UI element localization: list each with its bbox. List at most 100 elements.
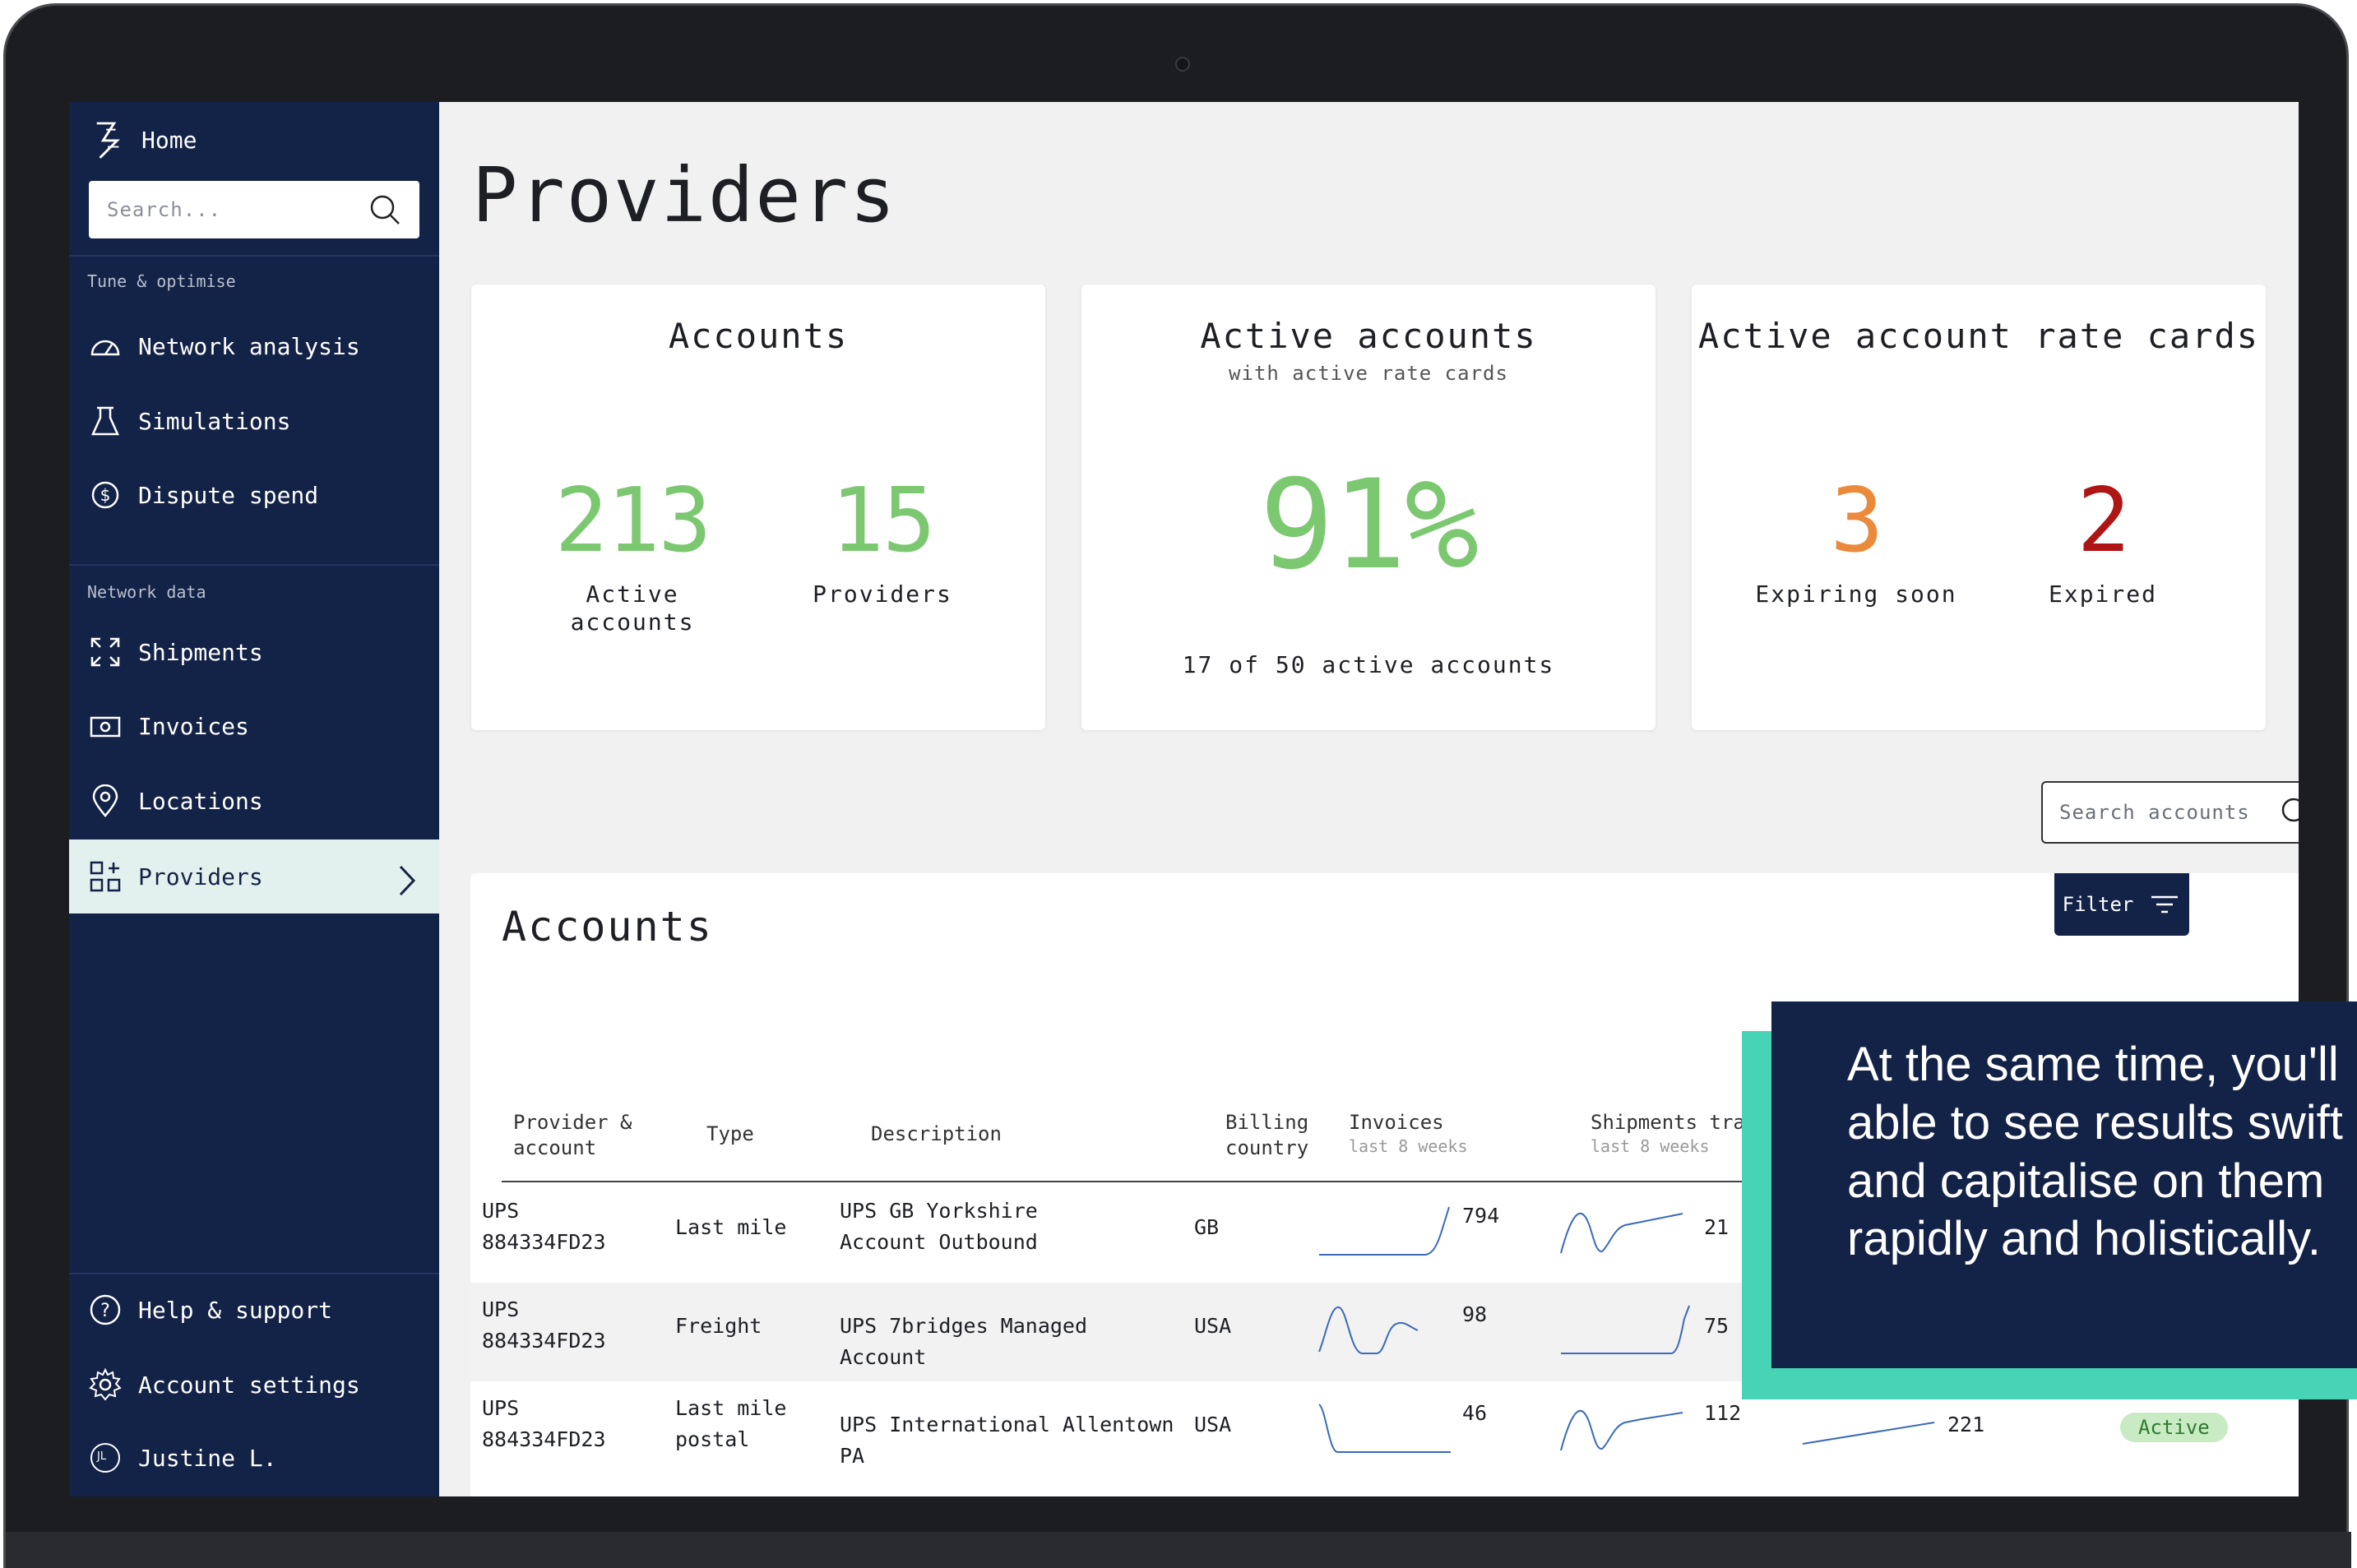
sidebar-item-label: Network analysis bbox=[138, 332, 360, 360]
banknote-icon bbox=[89, 710, 122, 742]
account-number: 884334FD23 bbox=[482, 1328, 606, 1353]
sidebar-item-network-analysis[interactable]: Network analysis bbox=[69, 309, 439, 383]
flask-icon bbox=[89, 405, 122, 437]
section-label-tune: Tune & optimise bbox=[87, 271, 236, 291]
cell-billing: USA bbox=[1194, 1314, 1232, 1338]
expiring-soon-stat: 3 Expiring soon bbox=[1741, 477, 1971, 608]
callout-line: rapidly and holistically. bbox=[1847, 1212, 2321, 1266]
card-title: Active account rate cards bbox=[1697, 316, 2260, 356]
sidebar-item-help[interactable]: ? Help & support bbox=[69, 1273, 439, 1347]
search-accounts-input[interactable]: Search accounts bbox=[2041, 781, 2299, 844]
gear-icon bbox=[89, 1368, 122, 1401]
help-icon: ? bbox=[89, 1293, 122, 1326]
provider-name: UPS bbox=[482, 1396, 520, 1420]
header-shipments-label: Shipments trac bbox=[1591, 1111, 1757, 1134]
expand-arrows-icon bbox=[89, 636, 122, 668]
header-invoices-label: Invoices bbox=[1349, 1111, 1444, 1134]
grid-plus-icon bbox=[89, 860, 122, 893]
invoices-sparkline bbox=[1319, 1206, 1450, 1256]
status-badge: Active bbox=[2120, 1413, 2228, 1442]
header-shipments-sub: last 8 weeks bbox=[1591, 1136, 1710, 1157]
header-description[interactable]: Description bbox=[871, 1122, 1002, 1147]
card-title: Active accounts bbox=[1200, 316, 1537, 356]
stat-label: Providers bbox=[813, 580, 952, 608]
stat-value: 3 bbox=[1830, 469, 1883, 572]
divider bbox=[69, 255, 439, 257]
card-footnote: 17 of 50 active accounts bbox=[1182, 651, 1555, 678]
logo-icon bbox=[92, 122, 125, 159]
cell-billing: USA bbox=[1194, 1413, 1232, 1436]
sidebar-item-shipments[interactable]: Shipments bbox=[69, 615, 439, 689]
accounts-summary-card: Accounts 213 Active accounts 15 Provider… bbox=[471, 284, 1045, 730]
sidebar-item-label: Providers bbox=[138, 863, 263, 890]
stat-label: Active accounts bbox=[570, 580, 695, 636]
cell-invoices: 794 bbox=[1462, 1204, 1500, 1228]
stat-value: 213 bbox=[554, 469, 711, 572]
sidebar-item-label: Locations bbox=[138, 787, 263, 815]
sidebar-item-simulations[interactable]: Simulations bbox=[69, 384, 439, 458]
cell-billing: GB bbox=[1194, 1215, 1220, 1239]
divider bbox=[69, 564, 439, 566]
header-billing[interactable]: Billing country bbox=[1225, 1110, 1324, 1161]
callout-line: able to see results swift bbox=[1847, 1095, 2343, 1149]
cell-provider: UPS 884334FD23 bbox=[482, 1294, 606, 1356]
sidebar-item-providers[interactable]: Providers bbox=[69, 840, 439, 914]
header-invoices[interactable]: Invoices last 8 weeks bbox=[1349, 1110, 1468, 1157]
shipments-sparkline bbox=[1560, 1409, 1683, 1451]
chevron-right-icon bbox=[398, 864, 416, 903]
shipments-sparkline bbox=[1560, 1212, 1683, 1254]
account-number: 884334FD23 bbox=[482, 1229, 606, 1254]
sidebar-item-account-settings[interactable]: Account settings bbox=[69, 1348, 439, 1422]
cell-description: UPS GB Yorkshire Account Outbound bbox=[840, 1199, 1038, 1254]
camera bbox=[1175, 57, 1190, 72]
active-percentage-stat: 91% bbox=[1081, 464, 1655, 587]
avatar-initials: JL bbox=[97, 1450, 107, 1463]
sidebar-item-dispute-spend[interactable]: $ Dispute spend bbox=[69, 458, 439, 532]
rate-cards-card: Active account rate cards 3 Expiring soo… bbox=[1692, 284, 2266, 730]
stat-value: 2 bbox=[2077, 469, 2130, 572]
active-accounts-card: Active accounts with active rate cards 9… bbox=[1081, 284, 1655, 730]
sidebar-item-label: Simulations bbox=[138, 407, 291, 435]
dollar-badge-icon: $ bbox=[89, 479, 122, 511]
search-placeholder: Search... bbox=[107, 198, 222, 221]
section-label-network: Network data bbox=[87, 582, 206, 602]
invoices-sparkline bbox=[1318, 1404, 1451, 1453]
svg-text:$: $ bbox=[100, 485, 111, 505]
table-title: Accounts bbox=[502, 903, 713, 951]
account-number: 884334FD23 bbox=[482, 1427, 606, 1451]
stat-label: Expiring soon bbox=[1755, 580, 1957, 608]
cell-invoices: 46 bbox=[1462, 1401, 1488, 1425]
callout-line: and capitalise on them bbox=[1847, 1154, 2325, 1208]
header-type[interactable]: Type bbox=[706, 1122, 754, 1147]
sidebar-item-locations[interactable]: Locations bbox=[69, 764, 439, 838]
header-shipments[interactable]: Shipments trac last 8 weeks bbox=[1591, 1110, 1757, 1157]
callout-panel: At the same time, you'll able to see res… bbox=[1771, 1001, 2357, 1368]
provider-name: UPS bbox=[482, 1297, 520, 1321]
filter-icon bbox=[2148, 888, 2181, 921]
sidebar-item-invoices[interactable]: Invoices bbox=[69, 689, 439, 763]
card-subtitle: with active rate cards bbox=[1229, 362, 1508, 385]
cell-provider: UPS 884334FD23 bbox=[482, 1196, 606, 1257]
provider-name: UPS bbox=[482, 1199, 520, 1223]
stat-label: Expired bbox=[2048, 580, 2157, 608]
filter-label: Filter bbox=[2062, 893, 2134, 916]
sidebar-item-label: Invoices bbox=[138, 712, 249, 740]
header-provider[interactable]: Provider & account bbox=[513, 1110, 645, 1161]
cell-extra-value: 221 bbox=[1947, 1413, 1985, 1436]
home-label: Home bbox=[141, 126, 197, 154]
home-link[interactable]: Home bbox=[92, 113, 197, 166]
header-invoices-sub: last 8 weeks bbox=[1349, 1136, 1468, 1157]
expired-stat: 2 Expired bbox=[2004, 477, 2202, 608]
sidebar-item-label: Dispute spend bbox=[138, 481, 319, 509]
callout-line: At the same time, you'll bbox=[1847, 1038, 2339, 1091]
sidebar: Home Search... Tune & optimise Network a… bbox=[69, 102, 439, 1496]
filter-button[interactable]: Filter bbox=[2054, 873, 2189, 936]
search-placeholder: Search accounts bbox=[2059, 801, 2250, 824]
cell-shipments: 21 bbox=[1704, 1215, 1730, 1239]
cell-type: Freight bbox=[675, 1314, 762, 1338]
search-icon[interactable] bbox=[368, 193, 401, 226]
sidebar-search-input[interactable]: Search... bbox=[89, 181, 419, 238]
providers-stat: 15 Providers bbox=[800, 477, 965, 608]
search-icon[interactable] bbox=[2280, 796, 2299, 829]
sidebar-item-user[interactable]: Justine L. bbox=[69, 1421, 439, 1495]
